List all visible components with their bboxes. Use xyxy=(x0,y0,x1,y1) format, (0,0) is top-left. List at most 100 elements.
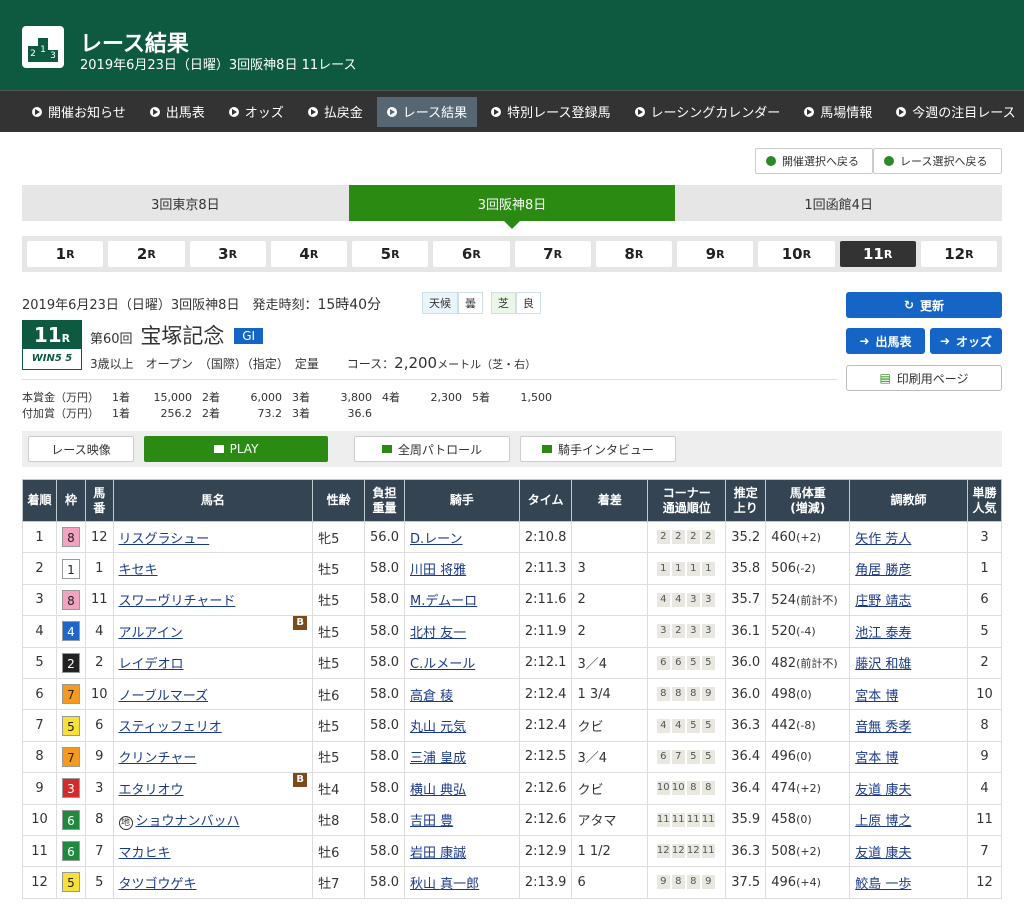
horse-name-link[interactable]: クリンチャー xyxy=(119,751,197,766)
waku-cell: 3 xyxy=(55,772,86,805)
horse-name-link[interactable]: レイデオロ xyxy=(119,657,184,672)
trainer-link[interactable]: 矢作 芳人 xyxy=(855,532,911,547)
refresh-label: 更新 xyxy=(920,298,945,313)
horse-name-link[interactable]: スティッフェリオ xyxy=(119,720,222,735)
horse-name-link[interactable]: アルアイン xyxy=(119,626,183,641)
play-button[interactable]: PLAY xyxy=(144,436,328,462)
refresh-button[interactable]: ↻ 更新 xyxy=(846,292,1002,318)
trainer-cell: 鮫島 一歩 xyxy=(849,866,968,899)
trainer-cell: 池江 泰寿 xyxy=(849,615,968,648)
nav-item[interactable]: 特別レース登録馬 xyxy=(481,97,620,127)
horse-name-link[interactable]: キセキ xyxy=(119,563,158,578)
jockey-link[interactable]: 横山 典弘 xyxy=(410,783,466,798)
trainer-link[interactable]: 友道 康夫 xyxy=(855,783,911,798)
race-tab[interactable]: 5R xyxy=(352,241,429,267)
trainer-link[interactable]: 鮫島 一歩 xyxy=(855,877,911,892)
corner-position: 8 xyxy=(686,687,700,702)
jockey-link[interactable]: 吉田 豊 xyxy=(410,814,453,829)
race-tab[interactable]: 1R xyxy=(27,241,104,267)
prize-row: 本賞金（万円） 1着 15,000 2着 6,000 3着 3,800 4着 2,300 5着 1,… xyxy=(22,389,562,405)
nav-item[interactable]: オッズ xyxy=(219,97,294,127)
body-weight-diff: (-4) xyxy=(796,624,816,638)
nav-item[interactable]: 今週の注目レース xyxy=(886,97,1024,127)
race-tab[interactable]: 10 R xyxy=(758,241,835,267)
trainer-link[interactable]: 友道 康夫 xyxy=(855,846,911,861)
trainer-link[interactable]: 池江 泰寿 xyxy=(855,626,911,641)
jockey-link[interactable]: M.デムーロ xyxy=(410,594,477,609)
race-tab[interactable]: 4R xyxy=(270,241,347,267)
trainer-link[interactable]: 庄野 靖志 xyxy=(855,594,911,609)
sex-age: 牡7 xyxy=(312,866,366,899)
jockey-link[interactable]: 秋山 真一郎 xyxy=(410,877,479,892)
jockey-link[interactable]: 岩田 康誠 xyxy=(410,846,466,861)
horse-name-link[interactable]: マカヒキ xyxy=(119,846,171,861)
entries-button[interactable]: ➜ 出馬表 xyxy=(846,328,925,354)
nav-item[interactable]: 出馬表 xyxy=(140,97,215,127)
horse-name-link[interactable]: タツゴウゲキ xyxy=(119,877,197,892)
nav-item[interactable]: 開催お知らせ xyxy=(22,97,136,127)
body-weight: 474 xyxy=(771,780,797,796)
race-tab[interactable]: 3R xyxy=(189,241,266,267)
nav-item[interactable]: 馬場情報 xyxy=(794,97,882,127)
jockey-link[interactable]: 三浦 皇成 xyxy=(410,751,466,766)
odds-button[interactable]: ➜ オッズ xyxy=(930,328,1002,354)
nav-item[interactable]: レーシングカレンダー xyxy=(625,97,791,127)
race-tab[interactable]: 8R xyxy=(595,241,672,267)
arrow-circle-icon xyxy=(149,106,160,117)
race-tab-number: 6 xyxy=(461,245,473,263)
venue-tab[interactable]: 3回東京8日 xyxy=(22,185,349,221)
race-tab[interactable]: 6R xyxy=(433,241,510,267)
jockey-link[interactable]: 高倉 稜 xyxy=(410,689,453,704)
margin: 3 xyxy=(571,552,649,585)
arrow-circle-icon xyxy=(491,106,502,117)
popularity: 5 xyxy=(966,615,1003,648)
jockey-cell: 横山 典弘 xyxy=(404,772,520,805)
jockey-link[interactable]: 北村 友一 xyxy=(410,626,466,641)
race-tab[interactable]: 12 R xyxy=(920,241,997,267)
trainer-link[interactable]: 宮本 博 xyxy=(855,689,898,704)
jockey-link[interactable]: C.ルメール xyxy=(410,657,475,672)
prize-place: 3着 xyxy=(292,407,310,420)
nav-item[interactable]: 払戻金 xyxy=(298,97,373,127)
trainer-link[interactable]: 宮本 博 xyxy=(855,751,898,766)
arrow-circle-icon xyxy=(804,106,815,117)
venue-tab[interactable]: 3回阪神8日 xyxy=(348,185,676,229)
body-weight-diff: (+2) xyxy=(796,844,821,858)
corner-position: 5 xyxy=(686,749,700,764)
corner-position: 6 xyxy=(656,655,670,670)
jockey-link[interactable]: 川田 将雅 xyxy=(410,563,466,578)
body-weight-diff: (前計不) xyxy=(796,593,838,607)
trainer-link[interactable]: 角居 勝彦 xyxy=(855,563,911,578)
trainer-link[interactable]: 音無 秀孝 xyxy=(855,720,911,735)
horse-name-link[interactable]: ショウナンバッハ xyxy=(136,814,240,829)
race-tab[interactable]: 2R xyxy=(108,241,185,267)
results-header-row: 着順枠馬番馬名 性齢 負担 重量 騎手 タイム 着差 コーナー 通過順位 推定 上り 馬体重 (増減) 調… xyxy=(22,479,1003,522)
jockey-link[interactable]: 丸山 元気 xyxy=(410,720,466,735)
horse-name-link[interactable]: ノーブルマーズ xyxy=(119,689,209,704)
back-to-race-button[interactable]: レース選択へ戻る xyxy=(873,148,1002,174)
horse-name-link[interactable]: リスグラシュー xyxy=(119,532,210,547)
jockey-interview-button[interactable]: 騎手インタビュー xyxy=(520,436,676,462)
race-tab-suffix: R xyxy=(147,247,156,261)
horse-name-link[interactable]: エタリオウ xyxy=(119,783,184,798)
trainer-cell: 宮本 博 xyxy=(849,677,968,711)
corner-position: 5 xyxy=(686,718,700,733)
race-tab-suffix: R xyxy=(472,247,481,261)
horse-number: 9 xyxy=(84,740,114,774)
logo-digit: 1 xyxy=(38,38,48,62)
race-tab[interactable]: 9R xyxy=(677,241,754,267)
jockey-link[interactable]: D.レーン xyxy=(410,532,463,547)
trainer-link[interactable]: 上原 博之 xyxy=(855,814,911,829)
race-tab[interactable]: 7R xyxy=(514,241,591,267)
print-button[interactable]: ▤ 印刷用ページ xyxy=(846,365,1002,391)
race-tab[interactable]: 11 R xyxy=(839,241,916,267)
body-weight: 458 xyxy=(771,812,797,828)
horse-name-link[interactable]: スワーヴリチャード xyxy=(119,594,236,609)
trainer-link[interactable]: 藤沢 和雄 xyxy=(855,657,911,672)
nav-item[interactable]: レース結果 xyxy=(376,96,478,127)
patrol-video-button[interactable]: 全周パトロール xyxy=(354,436,510,462)
back-to-meeting-button[interactable]: 開催選択へ戻る xyxy=(755,148,873,174)
venue-tab[interactable]: 1回函館4日 xyxy=(675,185,1003,221)
video-camera-icon xyxy=(541,445,552,453)
finish-rank: 6 xyxy=(22,677,57,711)
